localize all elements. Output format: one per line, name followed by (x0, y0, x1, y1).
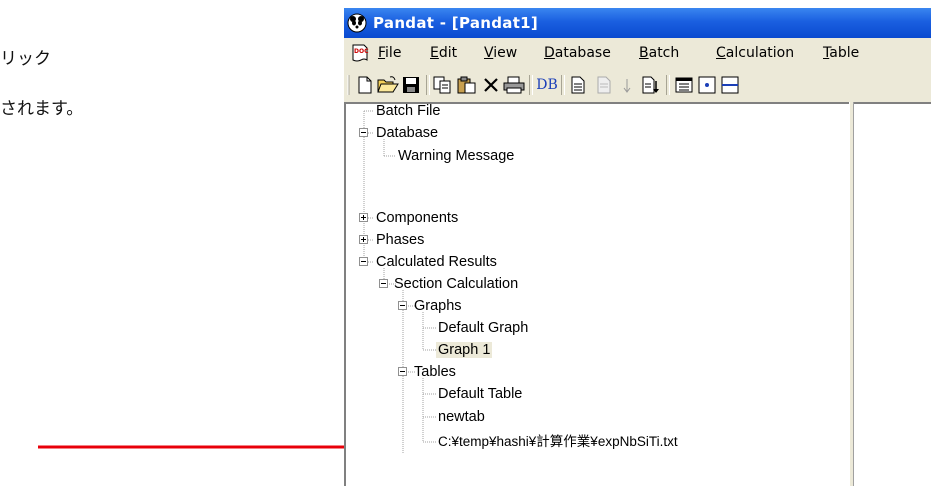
menu-calculation-rest: alculation (725, 45, 795, 61)
tree-node-label: Graphs (414, 298, 462, 314)
menu-edit-accel: E (430, 45, 439, 61)
window-title: Pandat - [Pandat1] (373, 14, 539, 32)
app-window: Pandat - [Pandat1] DOC File Edit View Da… (344, 8, 931, 486)
pandat-app-icon (347, 13, 367, 33)
menu-batch[interactable]: Batch (639, 45, 679, 61)
menu-view-rest: iew (493, 45, 518, 61)
menu-file-rest: ile (385, 45, 402, 61)
tree-node-warning-message[interactable]: Warning Message (398, 147, 514, 165)
menu-table[interactable]: Table (823, 45, 859, 61)
tree-node-label: Calculated Results (376, 254, 497, 270)
menu-edit-rest: dit (438, 45, 458, 61)
minus-box-icon[interactable] (719, 74, 741, 96)
tree-node-label: Database (376, 125, 439, 141)
tree-node-label: Components (376, 210, 459, 226)
tree-node-label: Graph 1 (436, 342, 493, 358)
collapse-section-calculation-icon[interactable] (379, 279, 389, 289)
toolbar-gripper[interactable] (347, 75, 351, 95)
menu-calculation-accel: C (716, 45, 726, 61)
sort-icon[interactable] (640, 74, 662, 96)
document-icon[interactable]: DOC (350, 43, 370, 63)
down-arrow-icon[interactable] (616, 74, 638, 96)
menu-database-accel: D (544, 45, 555, 61)
page-disabled-icon[interactable] (593, 74, 615, 96)
collapse-graphs-icon[interactable] (398, 301, 408, 311)
toolbar-separator (561, 75, 565, 95)
menu-bar: DOC File Edit View Database Batch Calcul… (344, 38, 931, 68)
toolbar-separator (666, 75, 670, 95)
tree-node-graphs[interactable]: Graphs (414, 297, 462, 315)
tree-node-calculated-results[interactable]: Calculated Results (376, 253, 497, 271)
expand-components-icon[interactable] (359, 213, 369, 223)
tree-node-default-graph[interactable]: Default Graph (438, 319, 528, 337)
tree-node-label: Default Table (438, 386, 523, 402)
dot-box-icon[interactable] (696, 74, 718, 96)
print-icon[interactable] (503, 74, 525, 96)
menu-calculation[interactable]: Calculation (716, 45, 794, 61)
results-tree[interactable]: Batch File Database Warning Message Comp… (344, 102, 849, 486)
menu-table-rest: able (829, 45, 860, 61)
save-icon[interactable] (400, 74, 422, 96)
tree-node-phases[interactable]: Phases (376, 231, 424, 249)
toolbar-separator (426, 75, 430, 95)
tree-node-label: Section Calculation (394, 276, 519, 292)
menu-database[interactable]: Database (544, 45, 611, 61)
tree-node-label: C:¥temp¥hashi¥計算作業¥expNbSiTi.txt (438, 434, 678, 449)
tree-node-label: Batch File (376, 103, 441, 119)
tree-node-section-calculation[interactable]: Section Calculation (394, 275, 518, 293)
tree-node-graph-1[interactable]: Graph 1 (436, 341, 493, 359)
tree-node-label: newtab (438, 409, 485, 425)
toolbar: DB (344, 68, 931, 103)
table-icon[interactable] (673, 74, 695, 96)
menu-database-rest: atabase (554, 45, 611, 61)
svg-text:DOC: DOC (354, 48, 369, 55)
tree-node-database[interactable]: Database (376, 124, 438, 142)
menu-batch-accel: B (639, 45, 649, 61)
tree-node-expnbsiti-file[interactable]: C:¥temp¥hashi¥計算作業¥expNbSiTi.txt (438, 433, 678, 451)
tree-node-batch-file[interactable]: Batch File (376, 102, 440, 120)
paste-icon[interactable] (456, 74, 478, 96)
menu-view[interactable]: View (484, 45, 517, 61)
open-icon[interactable] (377, 74, 399, 96)
tree-node-newtab[interactable]: newtab (438, 408, 485, 426)
collapse-tables-icon[interactable] (398, 367, 408, 377)
collapse-calculated-results-icon[interactable] (359, 257, 369, 267)
collapse-database-icon[interactable] (359, 128, 369, 138)
new-icon[interactable] (354, 74, 376, 96)
copy-icon[interactable] (432, 74, 454, 96)
menu-edit[interactable]: Edit (430, 45, 457, 61)
tree-node-components[interactable]: Components (376, 209, 458, 227)
tree-node-label: Phases (376, 232, 425, 248)
tree-node-label: Warning Message (398, 148, 515, 164)
page-icon[interactable] (567, 74, 589, 96)
menu-view-accel: V (484, 45, 494, 61)
expand-phases-icon[interactable] (359, 235, 369, 245)
menu-batch-rest: atch (648, 45, 680, 61)
tree-node-label: Default Graph (438, 320, 529, 336)
menu-file[interactable]: File (378, 45, 401, 61)
tree-node-default-table[interactable]: Default Table (438, 385, 522, 403)
delete-icon[interactable] (480, 74, 502, 96)
menu-file-accel: F (378, 45, 386, 61)
db-icon[interactable]: DB (536, 74, 558, 96)
toolbar-separator (529, 75, 533, 95)
title-bar[interactable]: Pandat - [Pandat1] (344, 8, 931, 38)
tree-node-tables[interactable]: Tables (414, 363, 456, 381)
content-pane[interactable] (854, 102, 931, 486)
tree-node-label: Tables (414, 364, 456, 380)
